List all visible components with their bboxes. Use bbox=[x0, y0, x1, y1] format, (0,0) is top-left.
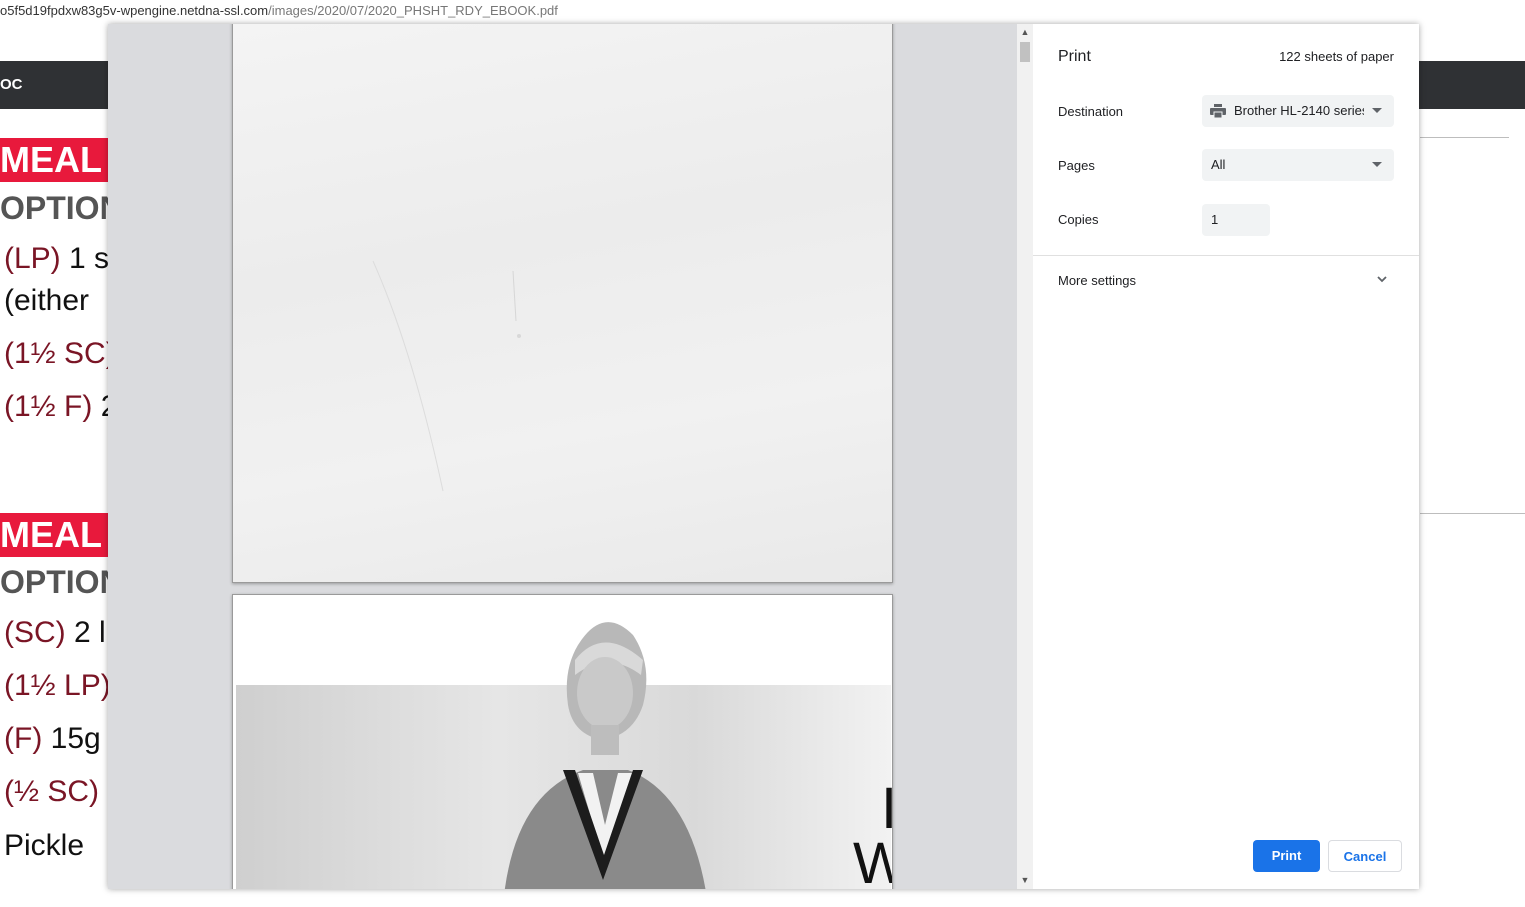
pages-label: Pages bbox=[1058, 158, 1095, 173]
destination-select[interactable]: Brother HL-2140 series bbox=[1202, 95, 1394, 127]
background-line-highlight: (F) bbox=[4, 722, 43, 755]
background-line: (1½ LP) bbox=[4, 669, 111, 703]
background-meal-band-1: MEAL T bbox=[0, 138, 108, 182]
background-divider bbox=[1420, 513, 1525, 514]
cancel-button[interactable]: Cancel bbox=[1328, 840, 1402, 872]
screen: o5f5d19fpdxw83g5v-wpengine.netdna-ssl.co… bbox=[0, 0, 1525, 907]
background-line-text: 15g bbox=[42, 722, 101, 755]
background-line: (either bbox=[4, 284, 89, 318]
background-line-highlight: (1½ SC) bbox=[4, 337, 116, 370]
background-option-heading-2: OPTION bbox=[0, 564, 123, 600]
copies-input[interactable]: 1 bbox=[1202, 204, 1270, 236]
background-line-highlight: (SC) bbox=[4, 616, 66, 649]
url-text[interactable]: o5f5d19fpdxw83g5v-wpengine.netdna-ssl.co… bbox=[0, 3, 558, 18]
print-button[interactable]: Print bbox=[1253, 840, 1320, 872]
pages-select[interactable]: All bbox=[1202, 149, 1394, 181]
printer-icon bbox=[1210, 104, 1226, 118]
chevron-down-icon bbox=[1372, 108, 1382, 113]
print-dialog-title: Print bbox=[1058, 48, 1091, 65]
background-divider bbox=[1420, 137, 1509, 138]
copies-label: Copies bbox=[1058, 212, 1099, 227]
destination-value: Brother HL-2140 series bbox=[1234, 103, 1364, 118]
print-settings-panel: Print 122 sheets of paper Destination Br… bbox=[1033, 24, 1419, 889]
preview-text-letter: I bbox=[881, 780, 892, 838]
url-path: /images/2020/07/2020_PHSHT_RDY_EBOOK.pdf bbox=[268, 3, 558, 18]
background-line-highlight: (1½ LP) bbox=[4, 669, 111, 702]
chevron-down-icon[interactable] bbox=[1375, 272, 1389, 286]
scroll-down-arrow-icon[interactable]: ▼ bbox=[1017, 872, 1033, 888]
background-line: Pickle bbox=[4, 829, 84, 863]
scroll-up-arrow-icon[interactable]: ▲ bbox=[1017, 24, 1033, 40]
background-option-heading-1: OPTION bbox=[0, 190, 123, 226]
background-meal-band-2: MEAL T bbox=[0, 513, 108, 557]
address-bar[interactable]: o5f5d19fpdxw83g5v-wpengine.netdna-ssl.co… bbox=[0, 0, 1525, 24]
print-preview-area[interactable]: I W ▲ ▼ bbox=[108, 24, 1033, 889]
background-line-text: 2 l bbox=[65, 616, 106, 649]
preview-page-1 bbox=[232, 24, 893, 583]
scrollbar-thumb[interactable] bbox=[1020, 42, 1030, 62]
background-nav-text: OC bbox=[0, 76, 23, 93]
background-line: (½ SC) bbox=[4, 775, 99, 809]
preview-page-2: I W bbox=[232, 594, 893, 889]
background-line-text: (either bbox=[4, 284, 90, 317]
background-line: (SC) 2 l bbox=[4, 616, 106, 650]
background-line-highlight: (½ SC) bbox=[4, 775, 100, 808]
url-host: o5f5d19fpdxw83g5v-wpengine.netdna-ssl.co… bbox=[0, 3, 269, 18]
page-texture bbox=[372, 260, 521, 492]
settings-divider bbox=[1033, 255, 1419, 256]
sheet-count: 122 sheets of paper bbox=[1279, 49, 1394, 64]
background-line-text: 1 s bbox=[60, 242, 110, 275]
background-line-highlight: (1½ F) bbox=[4, 390, 93, 423]
background-line-highlight: (LP) bbox=[4, 242, 61, 275]
background-line-text: Pickle bbox=[4, 829, 85, 862]
preview-photo-figure bbox=[504, 622, 706, 889]
destination-label: Destination bbox=[1058, 104, 1124, 119]
more-settings-toggle[interactable]: More settings bbox=[1058, 273, 1136, 288]
background-line: (LP) 1 s bbox=[4, 242, 109, 276]
chevron-down-icon bbox=[1372, 162, 1382, 167]
preview-text-letter: W bbox=[853, 835, 892, 890]
print-dialog: I W ▲ ▼ Print 122 sheets of paper Destin… bbox=[108, 24, 1419, 889]
background-line: (1½ SC) bbox=[4, 337, 116, 371]
background-line: (F) 15g bbox=[4, 722, 101, 756]
pages-value: All bbox=[1211, 157, 1226, 172]
background-line: (1½ F) 2 bbox=[4, 390, 117, 424]
preview-scrollbar[interactable]: ▲ ▼ bbox=[1017, 24, 1033, 889]
